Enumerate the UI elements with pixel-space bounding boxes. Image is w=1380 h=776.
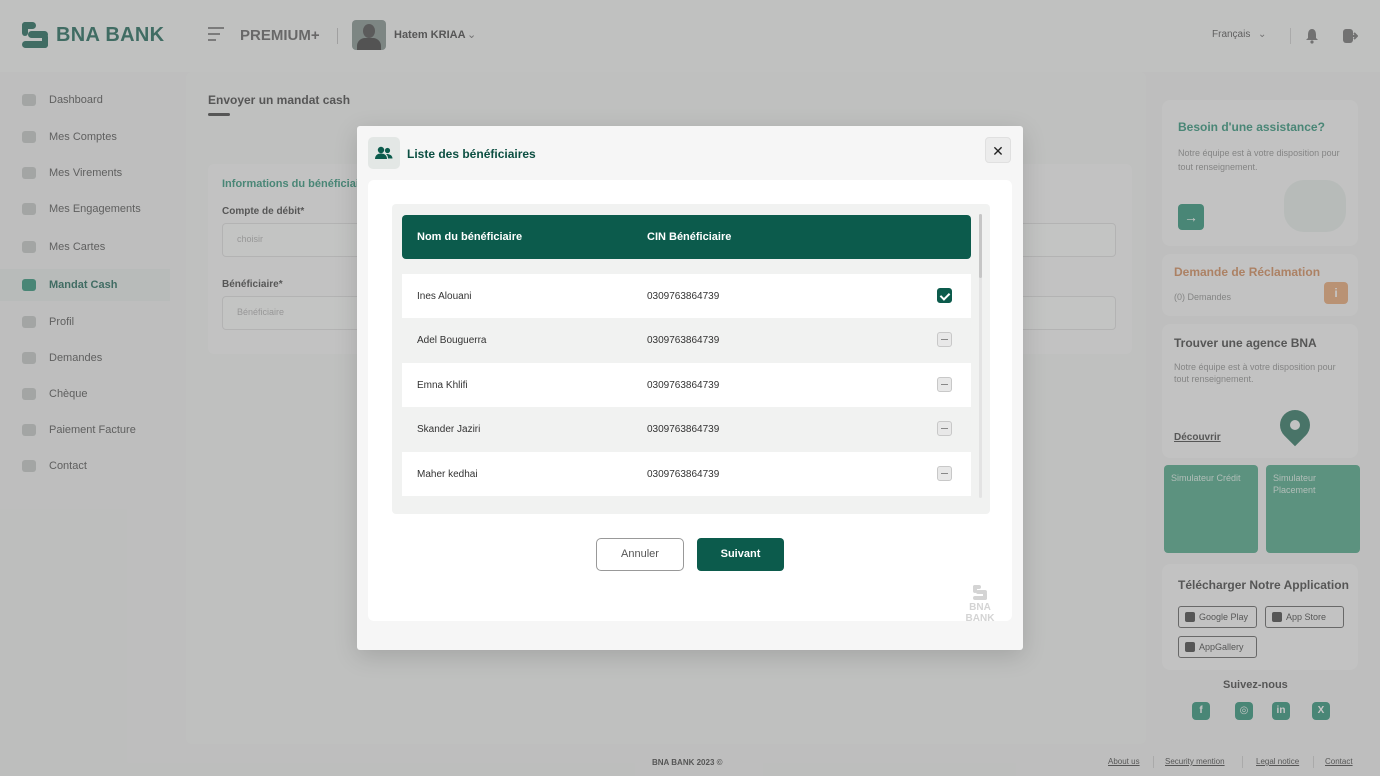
column-header-cin: CIN Bénéficiaire [647, 231, 732, 243]
users-icon [368, 137, 400, 169]
beneficiaries-table: Nom du bénéficiaire CIN Bénéficiaire Ine… [392, 204, 990, 514]
bna-logo-icon [973, 585, 987, 600]
close-icon[interactable]: ✕ [985, 137, 1011, 163]
beneficiary-name: Maher kedhai [417, 469, 478, 480]
column-header-name: Nom du bénéficiaire [417, 231, 523, 243]
cancel-button[interactable]: Annuler [596, 538, 684, 571]
row-checkbox[interactable] [937, 288, 952, 303]
beneficiary-cin: 0309763864739 [647, 380, 720, 391]
modal-title: Liste des bénéficiaires [407, 147, 536, 161]
row-checkbox[interactable] [937, 466, 952, 481]
row-checkbox[interactable] [937, 332, 952, 347]
bna-watermark-logo: BNA BANK [954, 585, 1006, 624]
table-row[interactable]: Ines Alouani 0309763864739 [402, 274, 971, 318]
beneficiary-cin: 0309763864739 [647, 469, 720, 480]
table-row[interactable]: Emna Khlifi 0309763864739 [402, 363, 971, 407]
table-row[interactable]: Maher kedhai 0309763864739 [402, 452, 971, 496]
beneficiary-cin: 0309763864739 [647, 424, 720, 435]
watermark-text: BNA BANK [965, 602, 995, 624]
beneficiaries-modal: Liste des bénéficiaires ✕ Nom du bénéfic… [357, 126, 1023, 650]
row-checkbox[interactable] [937, 421, 952, 436]
row-checkbox[interactable] [937, 377, 952, 392]
beneficiary-cin: 0309763864739 [647, 291, 720, 302]
modal-body: Nom du bénéficiaire CIN Bénéficiaire Ine… [368, 180, 1012, 624]
beneficiary-name: Ines Alouani [417, 291, 472, 302]
beneficiary-name: Skander Jaziri [417, 424, 481, 435]
beneficiary-name: Adel Bouguerra [417, 335, 487, 346]
table-header: Nom du bénéficiaire CIN Bénéficiaire [402, 215, 971, 259]
table-row[interactable]: Skander Jaziri 0309763864739 [402, 407, 971, 451]
table-row[interactable]: Adel Bouguerra 0309763864739 [402, 318, 971, 362]
beneficiary-name: Emna Khlifi [417, 380, 468, 391]
scrollbar-thumb[interactable] [979, 214, 982, 278]
next-button[interactable]: Suivant [697, 538, 784, 571]
beneficiary-cin: 0309763864739 [647, 335, 720, 346]
